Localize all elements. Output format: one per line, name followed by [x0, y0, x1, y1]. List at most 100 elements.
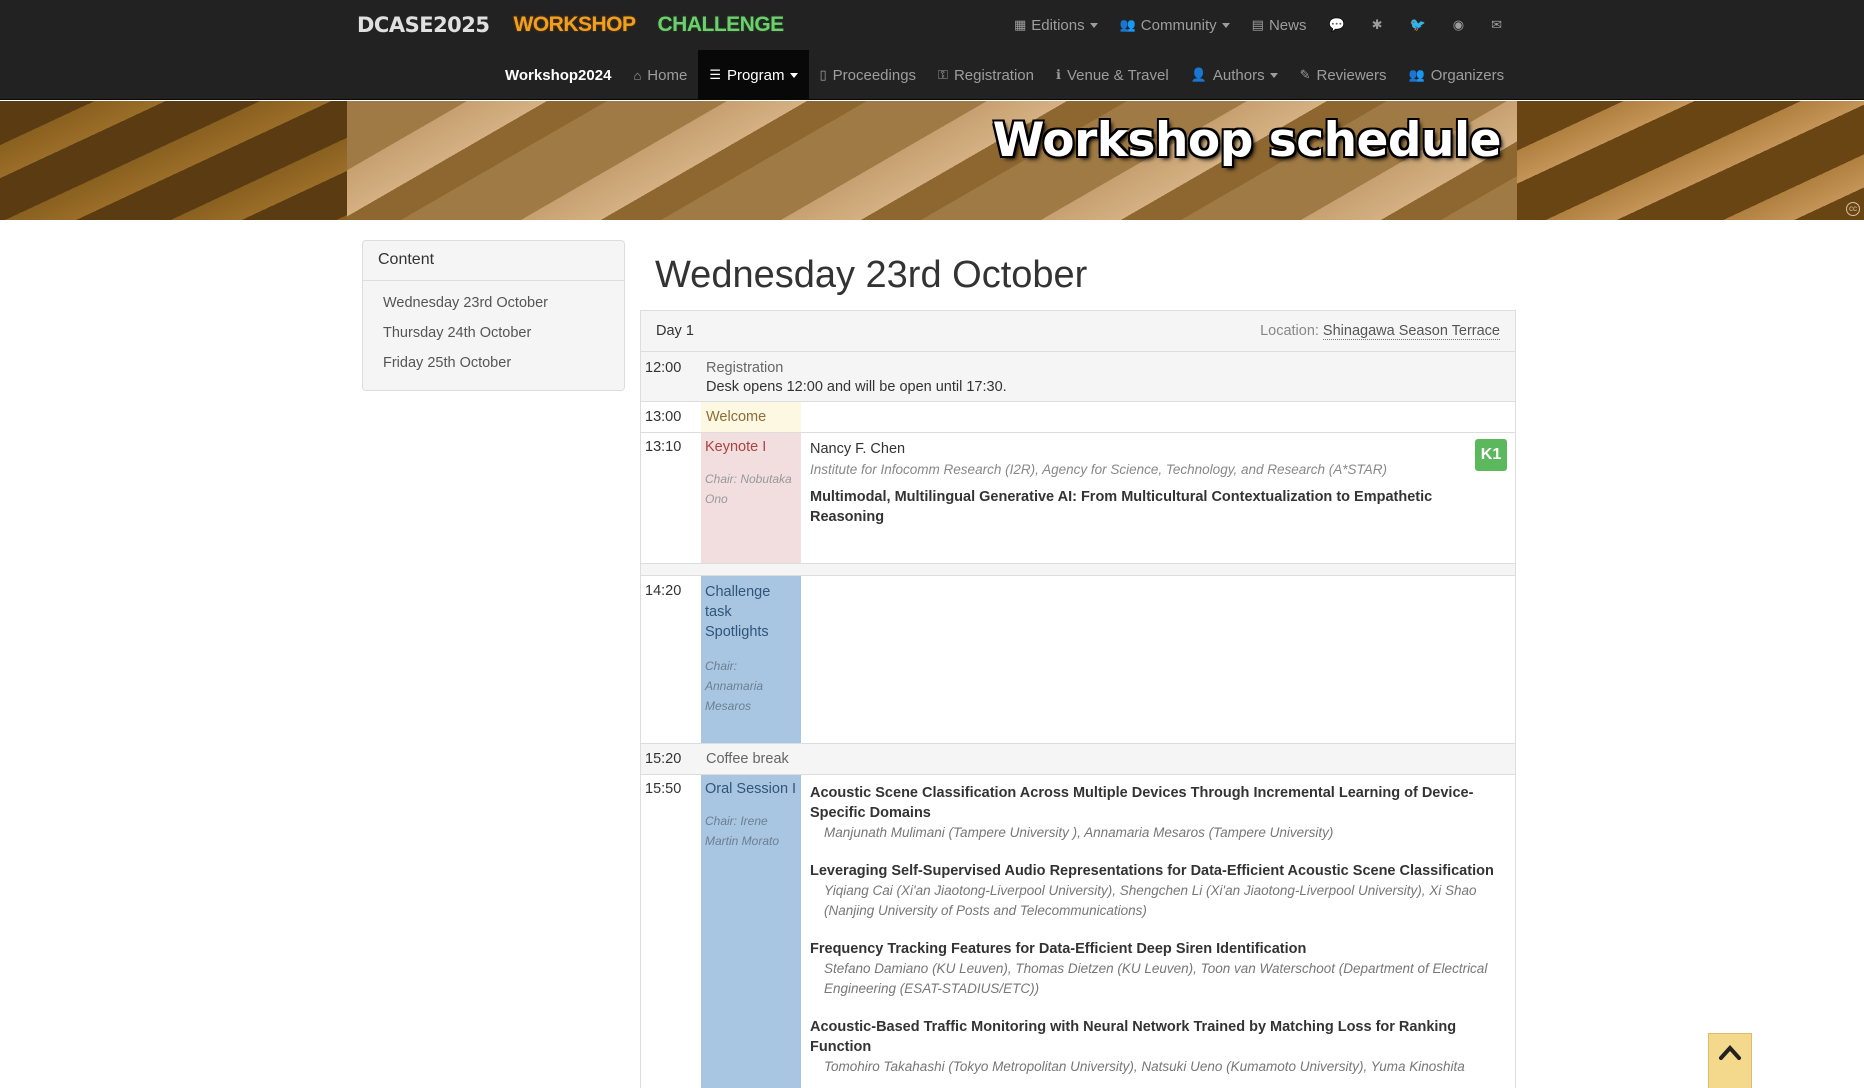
edit-icon: ✎ — [1299, 67, 1311, 82]
logo-dcase: DCASE2025 — [357, 13, 490, 37]
session-registration: Registration Desk opens 12:00 and will b… — [706, 360, 1406, 395]
chevron-up-icon — [1719, 1045, 1741, 1060]
calendar-icon: ▦ — [1013, 17, 1027, 32]
session-title: Registration — [706, 360, 784, 376]
time-cell: 15:20 — [645, 751, 682, 767]
paper-item: Acoustic-Based Traffic Monitoring with N… — [810, 1017, 1510, 1077]
session-title: Welcome — [706, 409, 767, 425]
paper-authors: Manjunath Mulimani (Tampere University )… — [824, 825, 1334, 840]
sidebar-links: Wednesday 23rd October Thursday 24th Oct… — [363, 281, 624, 387]
caret-down-icon — [1221, 22, 1230, 28]
hero-banner: Workshop schedule cc — [0, 101, 1864, 220]
keynote-affiliation: Institute for Infocomm Research (I2R), A… — [810, 462, 1387, 477]
paper-title[interactable]: Acoustic-Based Traffic Monitoring with N… — [810, 1017, 1500, 1057]
users-icon: 👥 — [1408, 67, 1425, 82]
slack-icon[interactable]: ✱ — [1372, 17, 1388, 33]
caret-down-icon — [789, 72, 798, 78]
navbar: DCASE2025 WORKSHOP CHALLENGE ▦ Editions … — [0, 0, 1864, 100]
sidebar-link-thursday[interactable]: Thursday 24th October — [363, 319, 624, 349]
schedule-row-keynote: 13:10 Keynote I Chair: Nobutaka Ono Nanc… — [641, 433, 1515, 564]
session-chair: Chair: Irene Martin Morato — [705, 814, 780, 848]
nav-organizers[interactable]: 👥 Organizers — [1398, 50, 1516, 100]
time-cell: 13:00 — [645, 409, 682, 425]
paper-title[interactable]: Acoustic Scene Classification Across Mul… — [810, 783, 1500, 823]
keynote-badge[interactable]: K1 — [1475, 439, 1507, 471]
session-keynote: Keynote I Chair: Nobutaka Ono — [701, 433, 801, 563]
nav-community-label: Community — [1140, 16, 1217, 34]
nav-venue-label: Venue & Travel — [1066, 66, 1169, 84]
site-logo[interactable]: DCASE2025 WORKSHOP CHALLENGE — [357, 12, 784, 38]
location-value[interactable]: Shinagawa Season Terrace — [1322, 323, 1500, 340]
nav-registration[interactable]: ⚿ Registration — [927, 50, 1045, 100]
nav-community[interactable]: 👥 Community — [1120, 17, 1230, 34]
paper-title[interactable]: Frequency Tracking Features for Data-Eff… — [810, 939, 1500, 959]
hero-background-left — [0, 101, 347, 220]
envelope-icon[interactable]: ✉ — [1491, 17, 1507, 33]
session-title: Oral Session I — [705, 781, 797, 797]
key-icon: ⚿ — [938, 67, 948, 82]
nav-home-label: Home — [647, 66, 688, 84]
session-oral: Oral Session I Chair: Irene Martin Morat… — [701, 775, 801, 1088]
schedule-spacer — [641, 564, 1515, 576]
nav-home[interactable]: ⌂ Home — [622, 50, 698, 100]
nav-authors[interactable]: 👤 Authors — [1180, 50, 1289, 100]
nav-program-label: Program — [726, 66, 785, 84]
twitter-icon[interactable]: 🐦 — [1410, 17, 1431, 33]
hero-background-right — [1517, 101, 1864, 220]
nav-program[interactable]: ☰ Program — [698, 50, 809, 100]
home-icon: ⌂ — [633, 67, 642, 83]
session-welcome: Welcome — [701, 402, 801, 432]
paper-authors: Tomohiro Takahashi (Tokyo Metropolitan U… — [824, 1059, 1465, 1074]
schedule-row-welcome: 13:00 Welcome — [641, 402, 1515, 433]
schedule-table: Day 1 Location: Shinagawa Season Terrace … — [640, 310, 1516, 1088]
session-desc: Desk opens 12:00 and will be open until … — [706, 379, 1007, 395]
nav-editions-label: Editions — [1031, 16, 1085, 34]
top-nav: ▦ Editions 👥 Community ▤ News 💬 ✱ 🐦 ◉ ✉ — [992, 0, 1507, 50]
sidebar-link-friday[interactable]: Friday 25th October — [363, 349, 624, 379]
info-icon: ℹ — [1056, 67, 1061, 82]
file-icon: ▯ — [819, 67, 827, 82]
sidebar-heading: Content — [363, 241, 624, 281]
nav-news-label: News — [1268, 16, 1307, 34]
session-title: Challenge task Spotlights — [705, 584, 771, 640]
day-heading: Wednesday 23rd October — [655, 254, 1088, 296]
nav-authors-label: Authors — [1212, 66, 1265, 84]
paper-item: Frequency Tracking Features for Data-Eff… — [810, 939, 1510, 999]
keynote-title[interactable]: Multimodal, Multilingual Generative AI: … — [810, 487, 1460, 527]
back-to-top-button[interactable] — [1708, 1033, 1752, 1088]
creative-commons-icon[interactable]: cc — [1846, 202, 1860, 216]
comments-icon[interactable]: 💬 — [1328, 17, 1349, 33]
schedule-row-challenge: 14:20 Challenge task Spotlights Chair: A… — [641, 576, 1515, 744]
logo-workshop: WORKSHOP — [513, 13, 637, 36]
location-label: Location: — [1260, 323, 1319, 339]
workshop-brand-link[interactable]: Workshop2024 — [492, 50, 622, 100]
session-chair: Chair: Nobutaka Ono — [705, 472, 792, 506]
session-challenge: Challenge task Spotlights Chair: Annamar… — [701, 576, 801, 743]
users-icon: 👥 — [1119, 17, 1136, 32]
nav-reviewers[interactable]: ✎ Reviewers — [1289, 50, 1398, 100]
logo-challenge: CHALLENGE — [657, 13, 785, 36]
time-cell: 12:00 — [645, 360, 682, 376]
session-title: Coffee break — [706, 751, 789, 767]
time-cell: 15:50 — [645, 781, 682, 797]
sub-nav: Workshop2024 ⌂ Home ☰ Program ▯ Proceedi… — [492, 50, 1515, 100]
time-cell: 14:20 — [645, 583, 682, 599]
sidebar-link-wednesday[interactable]: Wednesday 23rd October — [363, 289, 624, 319]
nav-proceedings[interactable]: ▯ Proceedings — [809, 50, 928, 100]
nav-proceedings-label: Proceedings — [832, 66, 917, 84]
nav-venue[interactable]: ℹ Venue & Travel — [1045, 50, 1180, 100]
paper-authors: Yiqiang Cai (Xi'an Jiaotong-Liverpool Un… — [824, 883, 1477, 918]
day-label: Day 1 — [656, 323, 694, 339]
paper-item: Acoustic Scene Classification Across Mul… — [810, 783, 1510, 843]
paper-title[interactable]: Leveraging Self-Supervised Audio Represe… — [810, 861, 1500, 881]
nav-news[interactable]: ▤ News — [1252, 17, 1307, 34]
caret-down-icon — [1089, 22, 1098, 28]
github-icon[interactable]: ◉ — [1453, 17, 1469, 33]
list-icon: ☰ — [709, 67, 721, 82]
session-chair: Chair: Annamaria Mesaros — [705, 659, 764, 713]
time-cell: 13:10 — [645, 439, 682, 455]
paper-list: Acoustic Scene Classification Across Mul… — [810, 783, 1510, 1088]
nav-registration-label: Registration — [953, 66, 1034, 84]
nav-editions[interactable]: ▦ Editions — [1014, 17, 1098, 34]
location: Location: Shinagawa Season Terrace — [1260, 323, 1500, 340]
